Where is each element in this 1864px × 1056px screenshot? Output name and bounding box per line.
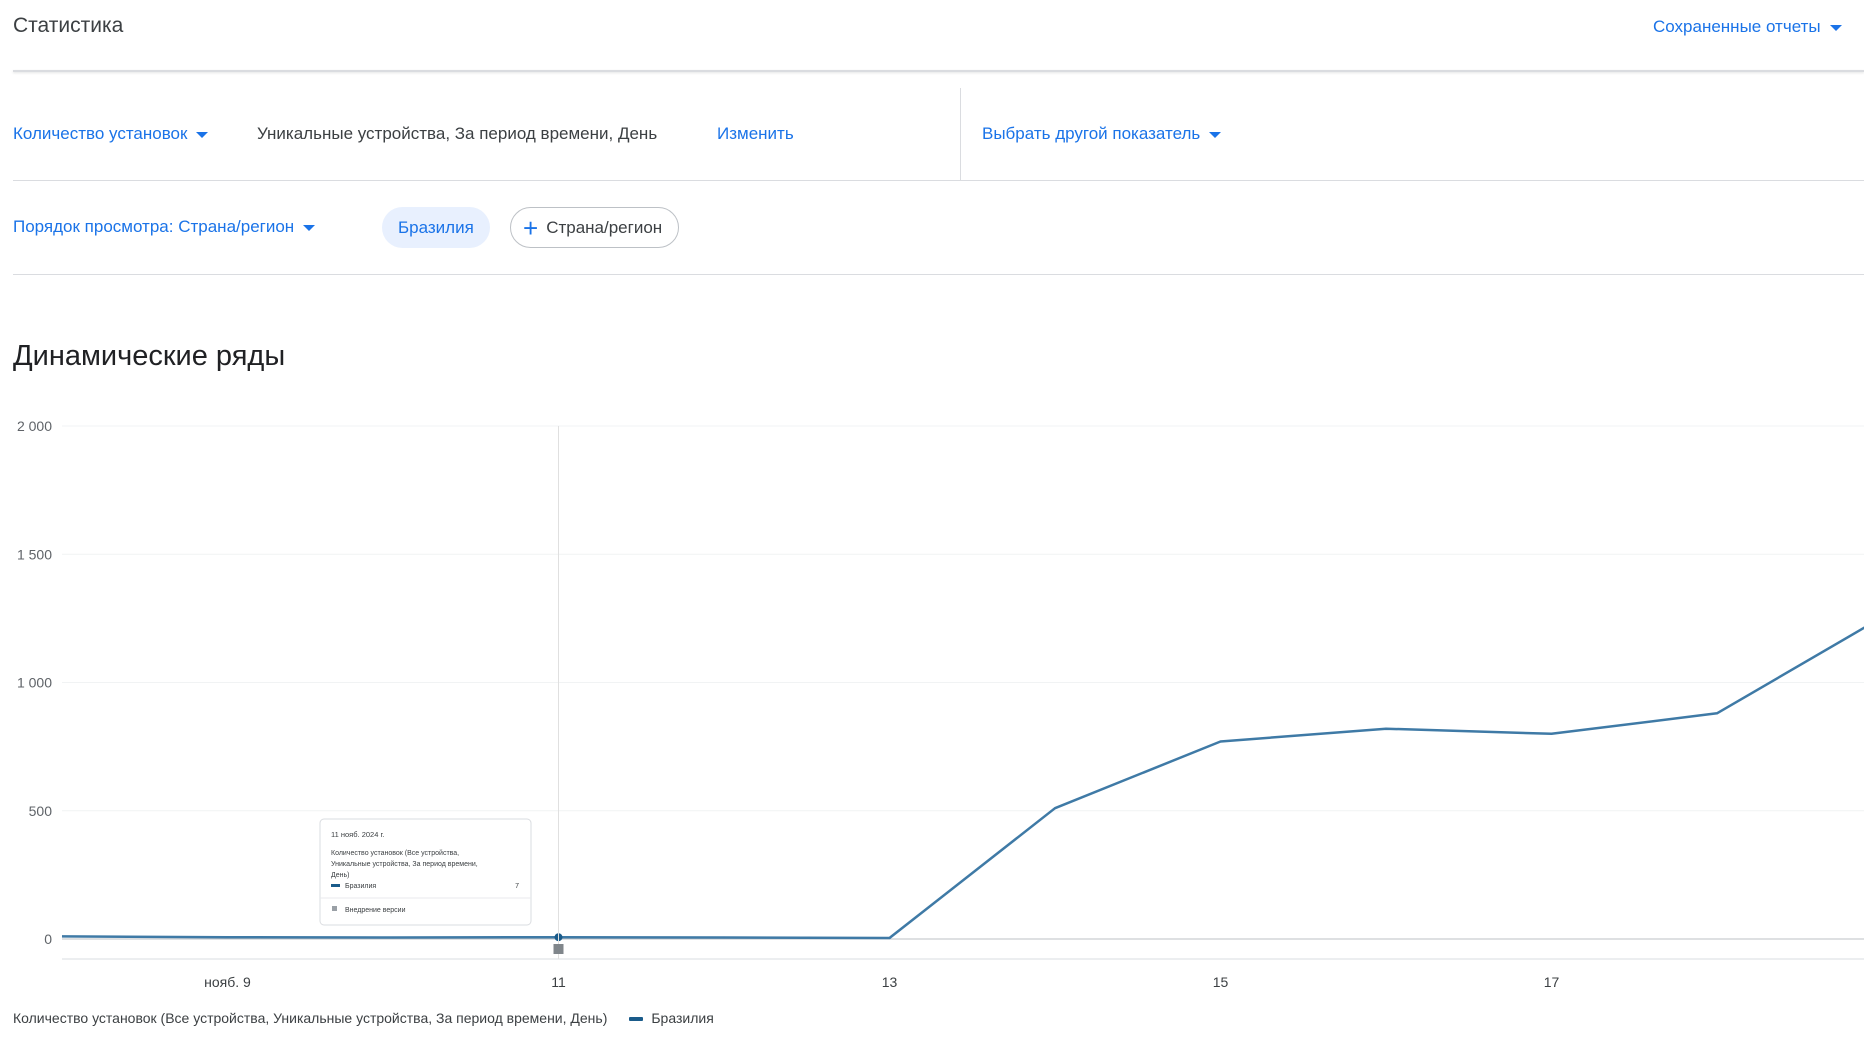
x-tick-label: нояб. 9	[204, 974, 251, 990]
x-tick-label: 15	[1213, 974, 1229, 990]
release-marker	[553, 944, 564, 954]
x-tick-label: 17	[1544, 974, 1560, 990]
tooltip-metric-line-3: День)	[331, 872, 349, 879]
data-point	[1054, 807, 1056, 809]
timeseries-chart: 05001 0001 5002 000нояб. 911131517192123…	[17, 418, 1864, 990]
data-point	[226, 936, 228, 938]
x-tick-label: 13	[882, 974, 898, 990]
release-marker-icon	[332, 906, 337, 911]
tooltip-release-label: Внедрение версии	[345, 907, 406, 914]
tooltip-metric-line-2: Уникальные устройства, За период времени…	[331, 860, 478, 868]
tooltip-date: 11 нояб. 2024 г.	[331, 830, 384, 839]
data-point	[61, 935, 63, 937]
chart-legend: Количество установок (Все устройства, Ун…	[13, 1010, 714, 1026]
y-tick-label: 1 500	[17, 546, 52, 562]
y-tick-label: 0	[44, 931, 52, 947]
data-point	[1716, 712, 1718, 714]
data-point	[723, 936, 725, 938]
data-point	[1385, 727, 1387, 729]
y-tick-label: 2 000	[17, 418, 52, 434]
legend-metric-label: Количество установок (Все устройства, Ун…	[13, 1010, 608, 1026]
data-point	[1550, 733, 1552, 735]
tooltip-series-value: 7	[515, 883, 519, 890]
legend-series-swatch	[629, 1017, 644, 1022]
chart-tooltip: 11 нояб. 2024 г. Количество установок (В…	[319, 818, 532, 926]
data-point	[888, 937, 890, 939]
data-point	[1219, 740, 1221, 742]
tooltip-series-name: Бразилия	[345, 883, 376, 890]
tooltip-series-swatch	[331, 884, 340, 887]
y-tick-label: 500	[29, 803, 53, 819]
x-tick-label: 11	[551, 974, 566, 990]
data-point	[392, 936, 394, 938]
tooltip-metric-line-1: Количество установок (Все устройства,	[331, 849, 459, 857]
legend-series-label: Бразилия	[651, 1010, 714, 1026]
y-tick-label: 1 000	[17, 675, 52, 691]
